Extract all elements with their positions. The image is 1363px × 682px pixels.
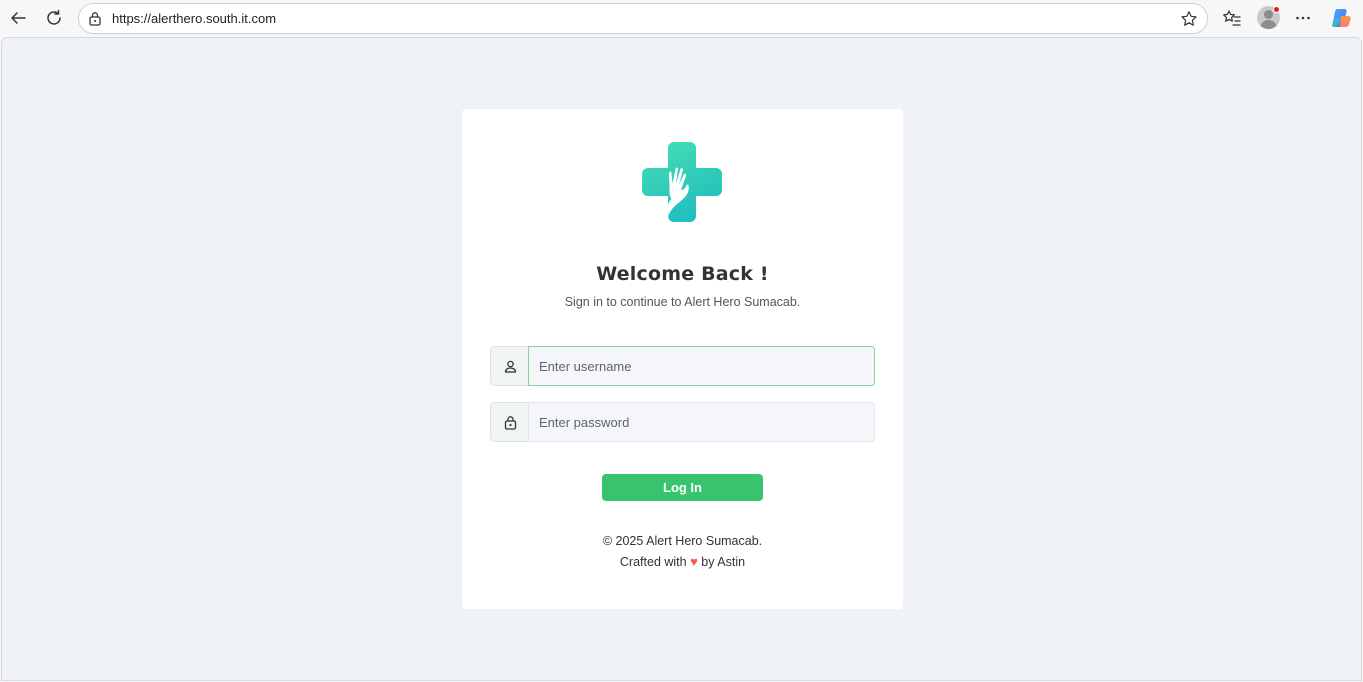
crafted-line: Crafted with ♥ by Astin [462, 554, 903, 569]
more-icon[interactable] [1290, 5, 1316, 31]
back-arrow-icon[interactable] [5, 5, 31, 31]
star-icon[interactable] [1180, 10, 1198, 33]
username-input[interactable] [528, 346, 875, 386]
copilot-icon[interactable] [1329, 5, 1355, 31]
page-viewport: Welcome Back ! Sign in to continue to Al… [1, 37, 1362, 681]
copyright-text: © 2025 Alert Hero Sumacab. [602, 534, 763, 548]
page-subtitle: Sign in to continue to Alert Hero Sumaca… [564, 295, 801, 309]
login-card: Welcome Back ! Sign in to continue to Al… [462, 109, 903, 609]
url-text: https://alerthero.south.it.com [112, 11, 277, 26]
heart-icon: ♥ [690, 554, 698, 569]
reload-icon[interactable] [41, 5, 67, 31]
page-title: Welcome Back ! [596, 263, 769, 285]
padlock-icon [490, 402, 529, 442]
lock-icon[interactable] [88, 11, 102, 31]
notification-dot [1273, 6, 1280, 13]
browser-toolbar: https://alerthero.south.it.com [0, 0, 1363, 37]
login-button[interactable]: Log In [602, 474, 763, 501]
password-field [490, 402, 875, 442]
crafted-prefix: Crafted with [619, 555, 687, 569]
favorites-icon[interactable] [1219, 5, 1245, 31]
app-logo [640, 142, 724, 226]
password-input[interactable] [528, 402, 875, 442]
address-bar[interactable]: https://alerthero.south.it.com [78, 3, 1208, 34]
crafted-suffix: by Astin [701, 555, 746, 569]
username-field [490, 346, 875, 386]
user-icon [490, 346, 529, 386]
